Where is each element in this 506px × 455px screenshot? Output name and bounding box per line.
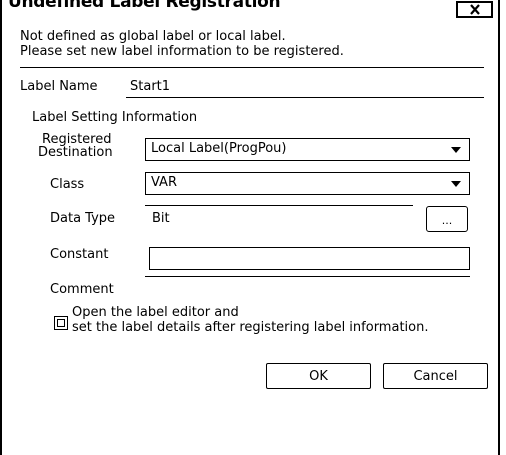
title-bar: Undefined Label Registration [2,0,498,22]
data-type-caption: Data Type [50,211,116,226]
label-name-underline [126,97,484,98]
constant-caption: Constant [50,247,109,262]
data-type-top-line [145,205,413,206]
close-button[interactable] [456,1,493,18]
open-label-editor-checkbox[interactable] [54,316,68,330]
class-value: VAR [151,175,177,190]
comment-caption: Comment [50,282,114,297]
message-line-2: Please set new label information to be r… [20,44,344,59]
class-caption: Class [50,177,85,192]
open-editor-label-line1: Open the label editor and [72,305,239,320]
cancel-button[interactable]: Cancel [383,363,488,389]
label-name-value: Start1 [130,79,171,94]
data-type-value: Bit [152,211,170,226]
ok-button[interactable]: OK [266,363,371,389]
chevron-down-icon [451,147,461,153]
message-separator [20,67,484,68]
chevron-down-icon [451,181,461,187]
open-editor-label-line2: set the label details after registering … [72,320,429,335]
close-icon [469,4,480,15]
label-name-caption: Label Name [20,79,98,94]
comment-field[interactable] [145,276,470,277]
undefined-label-registration-dialog: Undefined Label Registration Not defined… [0,0,500,455]
dialog-title: Undefined Label Registration [8,0,281,12]
data-type-browse-button[interactable]: ... [426,206,468,232]
registered-destination-caption-line2: Destination [38,145,113,160]
constant-input[interactable] [149,247,470,270]
class-select[interactable]: VAR [145,172,470,195]
registered-destination-value: Local Label(ProgPou) [151,141,287,156]
registered-destination-select[interactable]: Local Label(ProgPou) [145,138,470,161]
message-line-1: Not defined as global label or local lab… [20,29,286,44]
label-setting-group-caption: Label Setting Information [32,110,198,125]
